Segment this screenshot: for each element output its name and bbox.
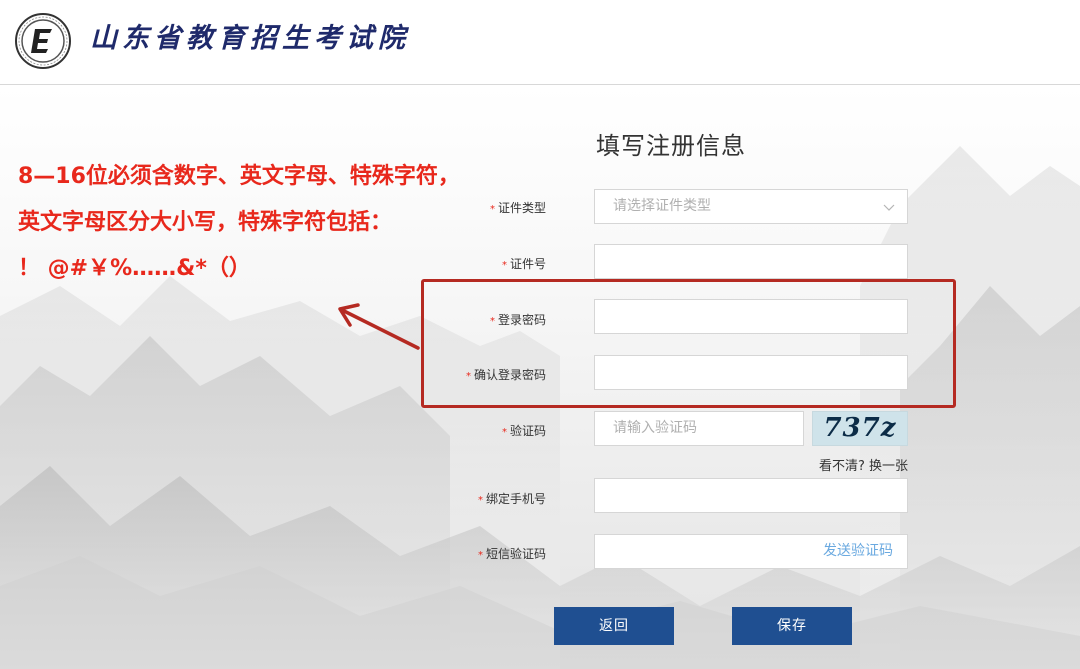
required-mark: *	[465, 371, 471, 382]
annotation-line-1: 8—16位必须含数字、英文字母、特殊字符，	[18, 164, 460, 189]
password-input[interactable]	[594, 299, 908, 334]
phone-input[interactable]	[594, 478, 908, 513]
form-title: 填写注册信息	[596, 132, 746, 160]
id-number-label: * 证件号	[406, 255, 546, 272]
captcha-label-text: 验证码	[509, 424, 546, 438]
annotation-arrow-icon	[330, 300, 425, 359]
site-title: 山东省教育招生考试院	[90, 23, 410, 54]
id-number-label-text: 证件号	[509, 257, 546, 271]
required-mark: *	[489, 204, 495, 215]
send-sms-code-button[interactable]: 发送验证码	[823, 543, 893, 560]
captcha-refresh-link[interactable]: 看不清? 换一张	[770, 455, 908, 474]
password-label-text: 登录密码	[497, 313, 546, 327]
save-button[interactable]: 保存	[732, 607, 852, 645]
id-type-placeholder: 请选择证件类型	[613, 198, 711, 214]
phone-label: * 绑定手机号	[406, 490, 546, 507]
required-mark: *	[477, 550, 483, 561]
sms-code-input[interactable]: 发送验证码	[594, 534, 908, 569]
captcha-input[interactable]: 请输入验证码	[594, 411, 804, 446]
id-type-label: * 证件类型	[406, 199, 546, 216]
site-header: 山东省教育招生考试院	[0, 0, 1080, 85]
captcha-placeholder: 请输入验证码	[613, 420, 697, 436]
exam-institute-logo-icon[interactable]	[14, 12, 72, 70]
password-label: * 登录密码	[406, 311, 546, 328]
required-mark: *	[489, 316, 495, 327]
confirm-password-input[interactable]	[594, 355, 908, 390]
required-mark: *	[501, 427, 507, 438]
captcha-label: * 验证码	[406, 422, 546, 439]
id-type-label-text: 证件类型	[497, 201, 546, 215]
back-button[interactable]: 返回	[554, 607, 674, 645]
required-mark: *	[501, 260, 507, 271]
required-mark: *	[477, 495, 483, 506]
chevron-down-icon	[883, 200, 895, 217]
id-type-select[interactable]: 请选择证件类型	[594, 189, 908, 224]
sms-code-label-text: 短信验证码	[485, 547, 546, 561]
sms-code-label: * 短信验证码	[406, 545, 546, 562]
phone-label-text: 绑定手机号	[485, 492, 546, 506]
confirm-password-label-text: 确认登录密码	[473, 368, 546, 382]
confirm-password-label: * 确认登录密码	[406, 366, 546, 383]
captcha-image[interactable]: 737z	[812, 411, 908, 446]
id-number-input[interactable]	[594, 244, 908, 279]
